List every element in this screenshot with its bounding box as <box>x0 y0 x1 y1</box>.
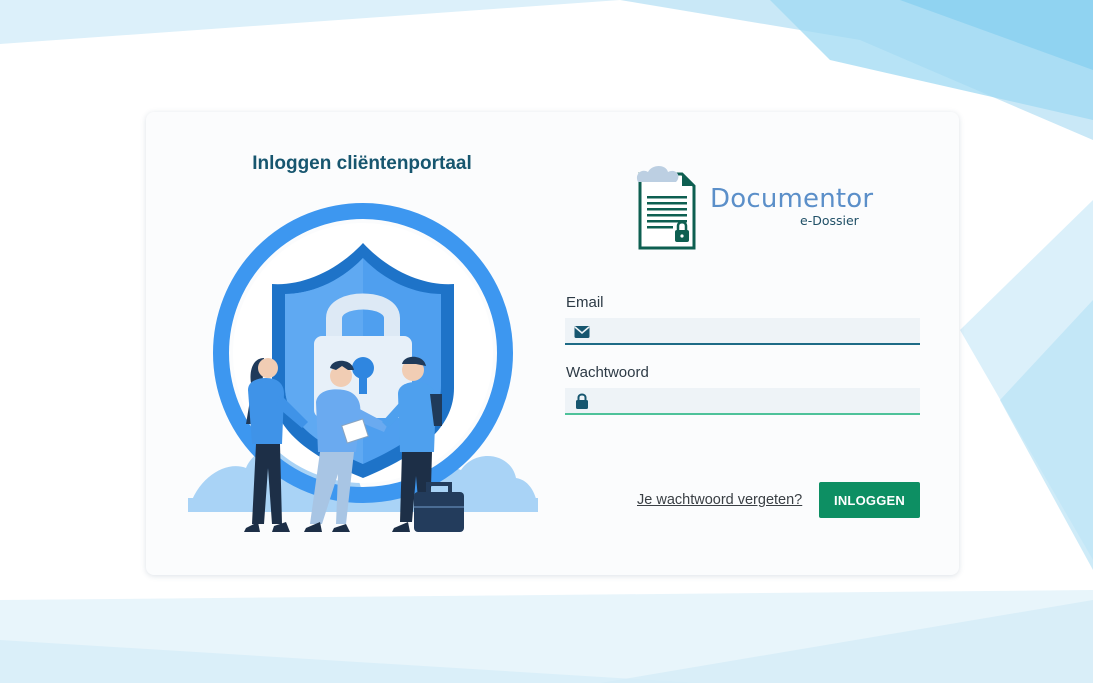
documentor-logo: Documentor e-Dossier <box>634 162 874 254</box>
email-field-wrapper <box>565 318 920 345</box>
password-field-wrapper <box>565 388 920 415</box>
logo-name: Documentor <box>710 184 874 214</box>
security-illustration <box>188 203 538 532</box>
lock-icon <box>576 393 588 409</box>
email-input[interactable] <box>599 318 915 343</box>
logo-subtitle: e-Dossier <box>800 213 859 228</box>
login-card: Inloggen cliëntenportaal Documentor e-Do… <box>146 112 959 575</box>
email-label: Email <box>566 294 604 311</box>
secure-document-icon <box>636 166 696 250</box>
forgot-password-link[interactable]: Je wachtwoord vergeten? <box>637 492 802 508</box>
portal-title: Inloggen cliëntenportaal <box>252 153 472 174</box>
envelope-icon <box>574 326 590 338</box>
password-label: Wachtwoord <box>566 364 649 381</box>
login-button[interactable]: INLOGGEN <box>819 482 920 518</box>
password-input[interactable] <box>599 388 915 413</box>
